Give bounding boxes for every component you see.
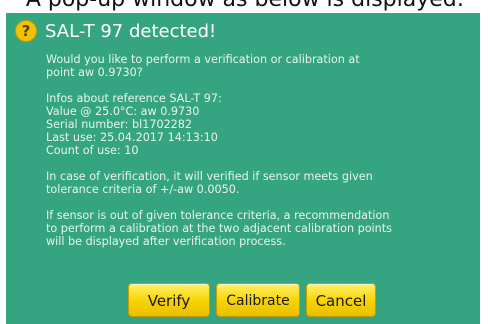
calibrate-button[interactable]: Calibrate (216, 283, 300, 317)
count-of-use: Count of use: 10 (46, 144, 139, 157)
dialog-body: Would you like to perform a verification… (46, 53, 470, 261)
reference-value: Value @ 25.0°C: aw 0.9730 (46, 105, 200, 118)
serial-number: Serial number: bl1702282 (46, 118, 193, 131)
verification-note-line: In case of verification, it will verifie… (46, 170, 373, 183)
dialog-title: SAL-T 97 detected! (45, 20, 217, 42)
dialog-buttons: Verify Calibrate Cancel (6, 283, 480, 319)
reference-infos: Infos about reference SAL-T 97: Value @ … (46, 92, 470, 157)
question-line: point aw 0.9730? (46, 66, 143, 79)
verification-note: In case of verification, it will verifie… (46, 170, 470, 196)
svg-text:?: ? (22, 22, 31, 40)
verification-dialog: ? SAL-T 97 detected! Would you like to p… (6, 13, 480, 324)
cancel-button[interactable]: Cancel (306, 283, 376, 317)
tolerance-note: If sensor is out of given tolerance crit… (46, 209, 470, 248)
page: A pop-up window as below is displayed: ?… (0, 0, 490, 324)
tolerance-note-line: will be displayed after verification pro… (46, 235, 286, 248)
infos-heading: Infos about reference SAL-T 97: (46, 92, 222, 105)
verify-button[interactable]: Verify (128, 283, 210, 317)
last-use: Last use: 25.04.2017 14:13:10 (46, 131, 218, 144)
verification-note-line: tolerance criteria of +/-aw 0.0050. (46, 183, 240, 196)
question-text: Would you like to perform a verification… (46, 53, 470, 79)
dialog-title-row: ? SAL-T 97 detected! (15, 18, 216, 44)
question-line: Would you like to perform a verification… (46, 53, 360, 66)
help-icon: ? (15, 20, 37, 42)
page-caption: A pop-up window as below is displayed: (0, 0, 490, 13)
tolerance-note-line: If sensor is out of given tolerance crit… (46, 209, 390, 222)
tolerance-note-line: to perform a calibration at the two adja… (46, 222, 392, 235)
